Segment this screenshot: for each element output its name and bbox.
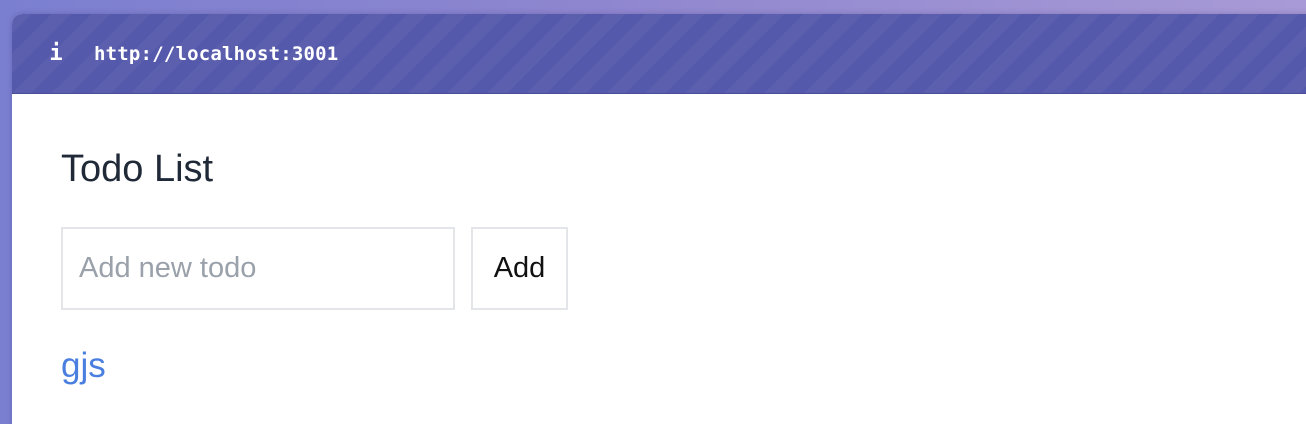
new-todo-input[interactable]: [61, 227, 455, 310]
add-todo-form: Add: [61, 227, 1306, 310]
info-icon[interactable]: i: [48, 42, 64, 65]
todo-item[interactable]: gjs: [61, 344, 1306, 388]
app-window: i http://localhost:3001 Todo List Add gj…: [12, 14, 1306, 424]
address-bar: i http://localhost:3001: [12, 14, 1306, 94]
main-content: Todo List Add gjs: [12, 94, 1306, 388]
page-title: Todo List: [61, 148, 214, 190]
page-url: http://localhost:3001: [94, 42, 339, 65]
todo-list: gjs: [61, 344, 1306, 388]
add-button[interactable]: Add: [471, 227, 568, 310]
